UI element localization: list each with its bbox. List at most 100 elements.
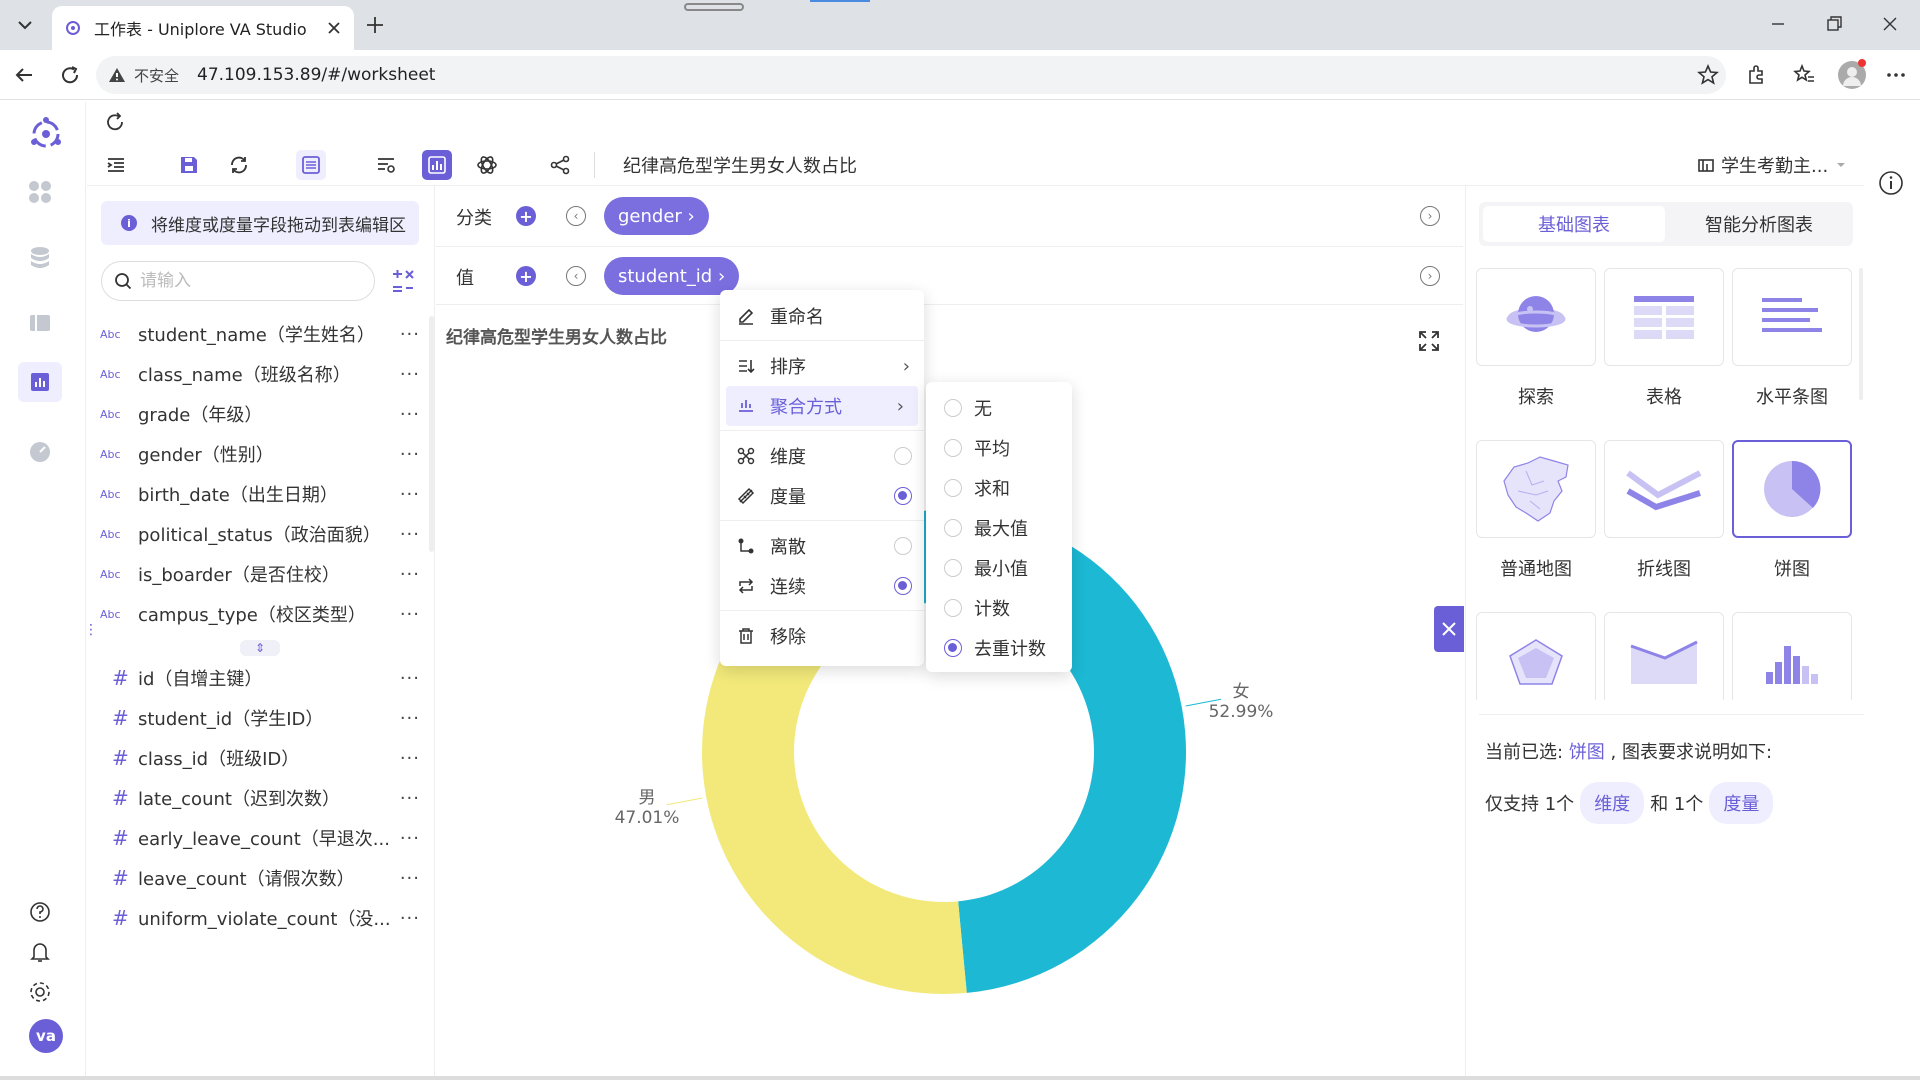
tab-smart-charts[interactable]: 智能分析图表 — [1669, 206, 1849, 242]
fullscreen-button[interactable] — [1418, 330, 1440, 352]
chart-type-line[interactable] — [1604, 440, 1724, 538]
more-icon[interactable]: ··· — [390, 524, 420, 545]
menu-sort[interactable]: 排序 › — [720, 346, 924, 386]
category-right-arrow[interactable]: › — [1420, 206, 1440, 226]
continuous-radio[interactable] — [894, 577, 912, 595]
field-item[interactable]: Abc political_status（政治面貌） ··· — [100, 518, 420, 550]
bottom-scrollbar[interactable] — [0, 1076, 1920, 1080]
nav-help[interactable] — [26, 898, 54, 926]
bookmark-button[interactable] — [1696, 63, 1720, 87]
more-icon[interactable]: ··· — [390, 604, 420, 625]
toggle-panel-button[interactable] — [101, 150, 131, 180]
dimension-radio[interactable] — [894, 447, 912, 465]
tab-search-button[interactable] — [14, 14, 36, 36]
chart-type-map[interactable] — [1476, 440, 1596, 538]
chart-config-button[interactable] — [472, 150, 502, 180]
student-id-pill[interactable]: student_id › — [604, 257, 740, 295]
address-bar[interactable]: 不安全 47.109.153.89/#/worksheet — [96, 56, 1726, 94]
field-item[interactable]: Abc grade（年级） ··· — [100, 398, 420, 430]
radio-icon[interactable] — [944, 599, 962, 617]
chart-type-histogram[interactable] — [1732, 612, 1852, 700]
aggregate-option[interactable]: 无 — [926, 388, 1072, 428]
search-input[interactable] — [140, 271, 340, 291]
more-icon[interactable]: ··· — [390, 788, 420, 809]
chart-type-scrollbar[interactable] — [1859, 268, 1863, 400]
aggregate-option[interactable]: 最大值 — [926, 508, 1072, 548]
nav-worksheet[interactable] — [18, 362, 62, 402]
more-icon[interactable]: ··· — [390, 828, 420, 849]
tab-basic-charts[interactable]: 基础图表 — [1483, 206, 1665, 242]
field-item[interactable]: Abc birth_date（出生日期） ··· — [100, 478, 420, 510]
radio-icon[interactable] — [944, 639, 962, 657]
field-search[interactable] — [101, 261, 375, 301]
more-icon[interactable]: ··· — [390, 364, 420, 385]
close-tab-icon[interactable] — [326, 20, 342, 36]
field-item[interactable]: # early_leave_count（早退次... ··· — [100, 822, 420, 854]
field-item[interactable]: # leave_count（请假次数） ··· — [100, 862, 420, 894]
reload-button[interactable] — [58, 63, 82, 87]
aggregate-option[interactable]: 求和 — [926, 468, 1072, 508]
new-tab-button[interactable] — [364, 14, 386, 36]
nav-monitor[interactable] — [26, 438, 54, 466]
nav-database[interactable] — [26, 244, 54, 272]
back-button[interactable] — [12, 63, 36, 87]
field-item[interactable]: # uniform_violate_count（没... ··· — [100, 902, 420, 934]
menu-dimension[interactable]: 维度 — [720, 436, 924, 476]
radio-icon[interactable] — [944, 479, 962, 497]
more-icon[interactable]: ··· — [390, 324, 420, 345]
chart-view-button[interactable] — [422, 150, 452, 180]
window-drag-handle[interactable] — [684, 3, 744, 11]
chart-type-area[interactable] — [1604, 612, 1724, 700]
list-splitter[interactable]: ⇕ — [240, 640, 280, 656]
menu-rename[interactable]: 重命名 — [720, 296, 924, 336]
field-item[interactable]: Abc campus_type（校区类型） ··· — [100, 598, 420, 630]
refresh-button[interactable] — [104, 111, 126, 133]
nav-settings[interactable] — [26, 978, 54, 1006]
add-category-button[interactable]: + — [516, 206, 536, 226]
aggregate-option[interactable]: 平均 — [926, 428, 1072, 468]
discrete-radio[interactable] — [894, 537, 912, 555]
filter-settings-button[interactable] — [371, 150, 401, 180]
share-button[interactable] — [545, 150, 575, 180]
field-item[interactable]: # class_id（班级ID） ··· — [100, 742, 420, 774]
field-item[interactable]: Abc is_boarder（是否住校） ··· — [100, 558, 420, 590]
measure-radio[interactable] — [894, 487, 912, 505]
aggregate-option[interactable]: 去重计数 — [926, 628, 1072, 668]
more-icon[interactable]: ··· — [390, 668, 420, 689]
datasource-selector[interactable]: 学生考勤主... — [1697, 152, 1848, 178]
more-icon[interactable]: ··· — [390, 564, 420, 585]
minimize-button[interactable] — [1766, 12, 1790, 36]
menu-discrete[interactable]: 离散 — [720, 526, 924, 566]
menu-remove[interactable]: 移除 — [720, 616, 924, 656]
more-icon[interactable]: ··· — [390, 748, 420, 769]
more-icon[interactable]: ··· — [390, 708, 420, 729]
sync-button[interactable] — [224, 150, 254, 180]
favorites-button[interactable] — [1792, 63, 1816, 87]
field-item[interactable]: # late_count（迟到次数） ··· — [100, 782, 420, 814]
more-icon[interactable]: ··· — [390, 404, 420, 425]
more-icon[interactable]: ··· — [390, 484, 420, 505]
radio-icon[interactable] — [944, 439, 962, 457]
nav-notifications[interactable] — [26, 938, 54, 966]
field-item[interactable]: # student_id（学生ID） ··· — [100, 702, 420, 734]
app-logo[interactable] — [26, 114, 66, 154]
aggregate-option[interactable]: 最小值 — [926, 548, 1072, 588]
restore-button[interactable] — [1822, 12, 1846, 36]
chart-type-explore[interactable] — [1476, 268, 1596, 366]
selected-chart-link[interactable]: 饼图 — [1569, 742, 1605, 763]
gender-pill[interactable]: gender › — [604, 197, 709, 235]
menu-aggregate[interactable]: 聚合方式 › — [726, 386, 918, 426]
aggregate-option[interactable]: 计数 — [926, 588, 1072, 628]
close-chart-panel-button[interactable] — [1434, 606, 1464, 652]
value-left-arrow[interactable]: ‹ — [566, 266, 586, 286]
category-left-arrow[interactable]: ‹ — [566, 206, 586, 226]
formula-button[interactable] — [390, 268, 416, 294]
radio-icon[interactable] — [944, 559, 962, 577]
nav-dashboard[interactable] — [26, 178, 54, 206]
more-icon[interactable]: ··· — [390, 868, 420, 889]
add-value-button[interactable]: + — [516, 266, 536, 286]
radio-icon[interactable] — [944, 519, 962, 537]
field-item[interactable]: Abc class_name（班级名称） ··· — [100, 358, 420, 390]
close-window-button[interactable] — [1878, 12, 1902, 36]
nav-reports[interactable] — [26, 309, 54, 337]
